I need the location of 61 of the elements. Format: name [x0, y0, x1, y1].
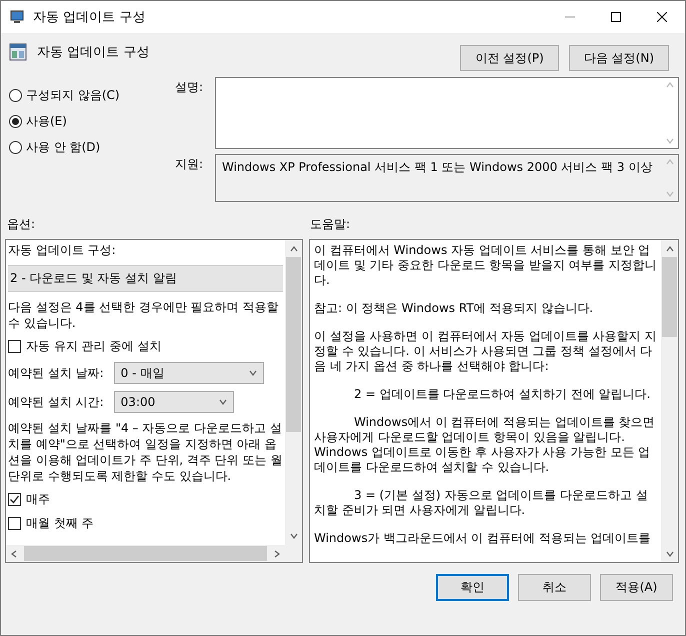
help-paragraph: 3 = (기본 설정) 자동으로 업데이트를 다운로드하고 설치할 준비가 되면 사용자에게 알립니다. [314, 488, 649, 518]
scrollbar-thumb[interactable] [662, 257, 677, 337]
scroll-down-icon [666, 137, 674, 145]
field-label: 지원: [175, 156, 204, 173]
scrollbar-thumb[interactable] [286, 257, 301, 432]
radio-label: 사용 안 함(D) [26, 139, 100, 156]
window-title: 자동 업데이트 구성 [33, 9, 146, 26]
maximize-icon [611, 12, 621, 22]
checkbox-label: 자동 유지 관리 중에 설치 [26, 338, 162, 355]
update-mode-dropdown[interactable]: 2 - 다운로드 및 자동 설치 알림 [8, 265, 283, 292]
dialog-button[interactable]: 적용(A) [600, 574, 673, 601]
checkbox[interactable] [8, 493, 21, 506]
radio-button[interactable] [9, 141, 22, 154]
help-paragraph: 2 = 업데이트를 다운로드하여 설치하기 전에 알립니다. [353, 387, 652, 402]
radio-label: 사용(E) [26, 113, 67, 130]
scroll-left-icon [10, 550, 18, 558]
help-paragraph: Windows에서 이 컴퓨터에 적용되는 업데이트를 찾으면 사용자에게 다운로드할 업데이트 항목이 있음을 알립니다. Windows 업데이트로 이동한 후 사용자가 사용 가능한 모든 업데이트를 다운로드하여 설치할 수 있습니다. [314, 415, 656, 475]
help-paragraph: 이 컴퓨터에서 Windows 자동 업데이트 서비스를 통해 보안 업데이트 및 기타 중요한 다운로드 항목을 받을지 여부를 지정합니다. [314, 243, 657, 288]
policy-title: 자동 업데이트 구성 [37, 44, 150, 61]
scroll-up-icon [666, 244, 674, 252]
scroll-down-icon [290, 532, 298, 540]
dropdown-chevron-icon [218, 398, 227, 406]
scroll-down-icon [666, 550, 674, 558]
field-label: 예약된 설치 날짜: [8, 364, 104, 382]
select-field[interactable]: 0 - 매일 [114, 362, 264, 384]
help-paragraph: 참고: 이 정책은 Windows RT에 적용되지 않습니다. [314, 301, 594, 316]
checkbox[interactable] [8, 340, 21, 353]
scroll-down-icon [666, 190, 674, 198]
radio-button[interactable] [9, 89, 22, 102]
policy-icon [9, 43, 27, 61]
field-label: 설명: [175, 79, 204, 96]
option-note: 다음 설정은 4를 선택한 경우에만 필요하며 적용할 수 있습니다. [8, 299, 280, 331]
window-app-icon [9, 9, 25, 25]
section-label: 도움말: [310, 216, 352, 232]
nav-button[interactable]: 다음 설정(N) [568, 45, 669, 71]
select-field[interactable]: 03:00 [114, 391, 234, 413]
dropdown-chevron-icon [248, 369, 257, 377]
vertical-scrollbar[interactable] [285, 240, 302, 562]
horizontal-scrollbar[interactable] [6, 545, 285, 562]
checkbox-label: 매월 첫째 주 [26, 515, 94, 532]
section-label: 옵션: [6, 216, 36, 232]
radio-label: 구성되지 않음(C) [26, 87, 120, 104]
field-label: 자동 업데이트 구성: [8, 242, 117, 258]
checkbox-label: 매주 [26, 491, 50, 508]
dialog-button[interactable]: 취소 [518, 574, 591, 601]
vertical-scrollbar[interactable] [661, 240, 678, 562]
nav-button[interactable]: 이전 설정(P) [460, 45, 559, 71]
close-icon [657, 12, 667, 22]
scrollbar-thumb[interactable] [24, 546, 267, 561]
option-note: 예약된 설치 날짜를 "4 – 자동으로 다운로드하고 설치를 예약"으로 선택하여 일정을 지정하면 아래 옵션을 이용해 업데이트가 주 단위, 격주 단위 또는 월 단위로 수행되도록 제한할 수도 있습니다. [8, 420, 283, 484]
field-label: 예약된 설치 시간: [8, 394, 104, 410]
radio-button[interactable] [9, 115, 22, 128]
help-paragraph: 이 설정을 사용하면 이 컴퓨터에서 자동 업데이트를 사용할지 지정할 수 있습니다. 이 서비스가 사용되면 그룹 정책 설정에서 다음 네 가지 옵션 중 하나를 선택해야 합니다: [314, 329, 657, 374]
support-box: Windows XP Professional 서비스 팩 1 또는 Windows 2000 서비스 팩 3 이상 [215, 154, 679, 202]
scroll-up-icon [290, 244, 298, 252]
checkbox[interactable] [8, 517, 21, 530]
scroll-up-icon [666, 158, 674, 166]
scroll-right-icon [273, 550, 281, 558]
help-paragraph: Windows가 백그라운드에서 이 컴퓨터에 적용되는 업데이트를 [314, 531, 652, 546]
scroll-up-icon [666, 81, 674, 89]
dialog-button[interactable]: 확인 [436, 574, 509, 601]
